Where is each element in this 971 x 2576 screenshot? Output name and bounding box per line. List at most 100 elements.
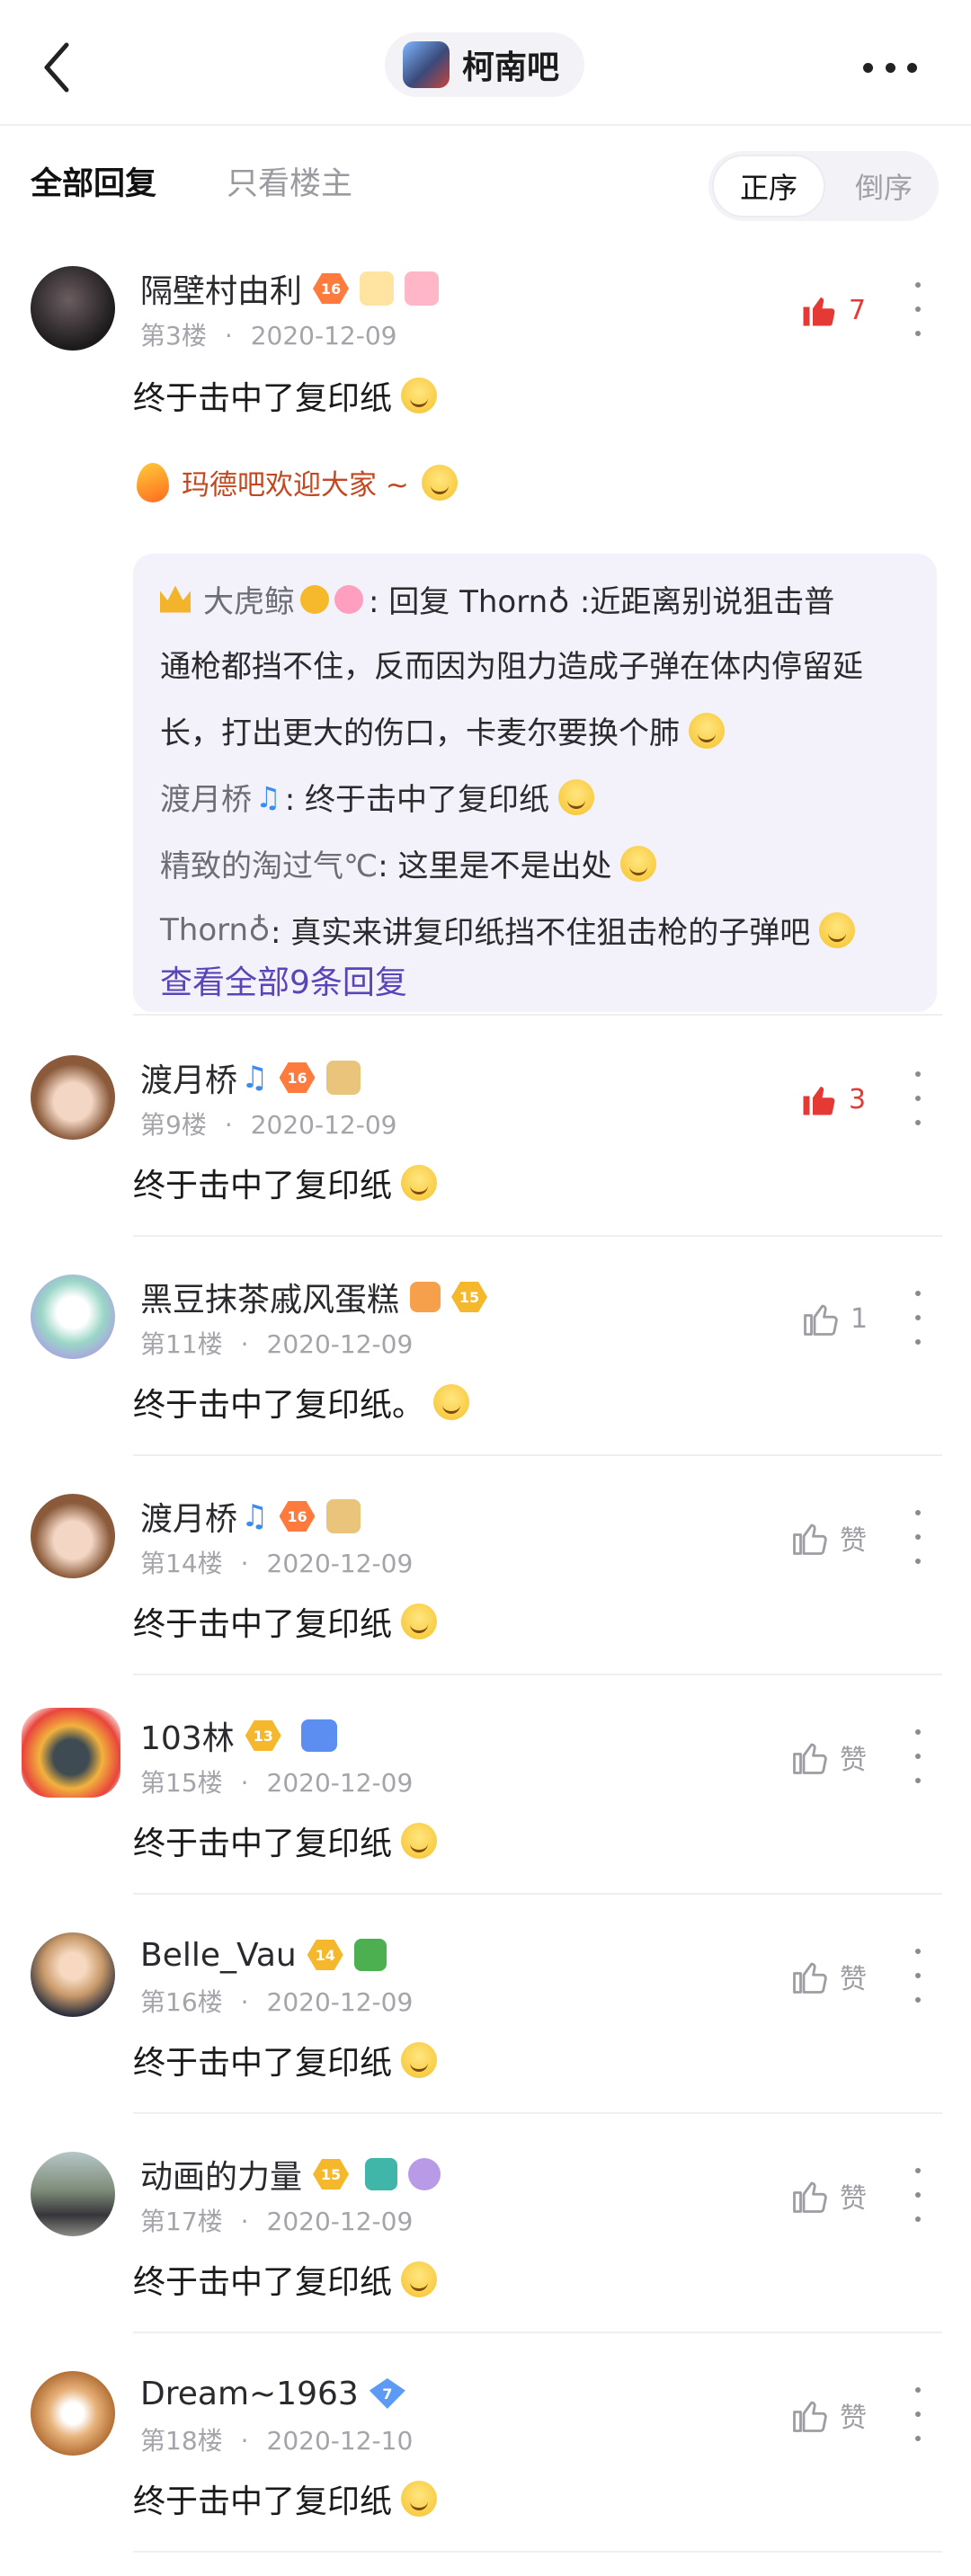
see-all-replies-link[interactable]: 查看全部9条回复 [160, 956, 407, 1003]
divider [133, 2112, 942, 2114]
smile-emoji-icon [557, 778, 594, 815]
username[interactable]: Belle_Vau 14 [140, 1932, 387, 1977]
music-note-icon: ♫ [241, 1060, 269, 1096]
username[interactable]: 渡月桥 ♫ 16 [140, 1055, 361, 1100]
smile-emoji-icon [421, 464, 458, 501]
crown-icon [160, 585, 191, 613]
sun-icon [300, 584, 329, 614]
sub-reply[interactable]: Thorn♁ : 真实来讲复印纸挡不住狙击枪的子弹吧 [160, 908, 856, 952]
comment-text: 终于击中了复印纸 [133, 2256, 438, 2303]
comment-text: 终于击中了复印纸 [133, 2037, 438, 2083]
sub-reply-cont: 长，打出更大的伤口，卡麦尔要换个肺 [160, 708, 725, 752]
thumb-up-icon [793, 1743, 827, 1774]
sub-reply[interactable]: 渡月桥 ♫ : 终于击中了复印纸 [160, 775, 594, 819]
level-badge: 15 [451, 1282, 488, 1312]
thumb-up-filled-icon [803, 1087, 835, 1115]
comment-text: 终于击中了复印纸 [133, 1159, 438, 1206]
avatar[interactable] [31, 1055, 115, 1140]
sub-reply[interactable]: 精致的淘过气℃ : 这里是不是出处 [160, 841, 657, 885]
post-meta: 第15楼 · 2020-12-09 [140, 1768, 414, 1798]
comment-item: 渡月桥 ♫ 16 第9楼 · 2020-12-09 3 终于击中了复印纸 [0, 1055, 971, 1235]
like-button[interactable]: 赞 [791, 1735, 867, 1780]
avatar[interactable] [31, 1494, 115, 1578]
sub-replies-box[interactable]: 大虎鲸 : 回复 Thorn♁ :近距离别说狙击普 通枪都挡不住，反而因为阻力造… [133, 554, 937, 1012]
music-note-icon: ♫ [255, 779, 281, 814]
username[interactable]: 动画的力量 15 [140, 2152, 441, 2197]
medal-icon [325, 1061, 361, 1095]
smile-emoji-icon [401, 1603, 438, 1639]
smile-emoji-icon [620, 845, 657, 882]
username[interactable]: 渡月桥 ♫ 16 [140, 1494, 361, 1539]
comment-item: 动画的力量 15 第17楼 · 2020-12-09 赞 终于击中了复印纸 [0, 2152, 971, 2332]
comment-item: 渡月桥 ♫ 16 第14楼 · 2020-12-09 赞 终于击中了复印纸 [0, 1494, 971, 1674]
thumb-up-icon [804, 1304, 838, 1336]
more-vertical-icon[interactable] [912, 1291, 924, 1345]
comment-text: 终于击中了复印纸 [133, 1817, 438, 1864]
more-vertical-icon[interactable] [912, 2168, 924, 2222]
username[interactable]: 黑豆抹茶戚风蛋糕 15 [140, 1275, 488, 1319]
forum-title-pill[interactable]: 柯南吧 [385, 32, 584, 97]
comment-text: 终于击中了复印纸 [133, 1598, 438, 1645]
smile-emoji-icon [401, 2042, 438, 2078]
post-meta: 第11楼 · 2020-12-09 [140, 1329, 414, 1359]
smile-emoji-icon [401, 378, 438, 413]
more-horizontal-icon[interactable] [863, 54, 917, 81]
more-vertical-icon[interactable] [912, 2387, 924, 2441]
smile-emoji-icon [401, 2261, 438, 2297]
divider [133, 1893, 942, 1895]
like-button[interactable]: 赞 [791, 1954, 867, 1999]
tab-all-replies[interactable]: 全部回复 [31, 158, 156, 204]
avatar[interactable] [31, 2371, 115, 2456]
username[interactable]: 103林 13 [140, 1713, 337, 1758]
more-vertical-icon[interactable] [912, 1949, 924, 2003]
username[interactable]: 隔壁村由利 16 [140, 266, 440, 311]
avatar[interactable] [22, 1708, 120, 1798]
level-badge: 15 [313, 2159, 350, 2190]
sub-reply[interactable]: 大虎鲸 : 回复 Thorn♁ :近距离别说狙击普 [160, 577, 834, 621]
libra-icon [300, 1719, 337, 1752]
comment-item: 黑豆抹茶戚风蛋糕 15 第11楼 · 2020-12-09 1 终于击中了复印纸。 [0, 1275, 971, 1454]
gemini-icon [365, 2158, 398, 2190]
pig-icon [405, 271, 440, 306]
avatar[interactable] [31, 2152, 115, 2236]
level-badge: 13 [245, 1720, 281, 1751]
chevron-left-icon[interactable] [36, 36, 81, 99]
like-count: 7 [849, 294, 867, 326]
tab-only-op[interactable]: 只看楼主 [227, 158, 352, 204]
user-signature: 玛德吧欢迎大家 ~ [137, 462, 458, 502]
sort-toggle: 正序 倒序 [708, 151, 939, 221]
smile-emoji-icon [401, 1823, 438, 1859]
comment-text: 终于击中了复印纸。 [133, 1379, 470, 1426]
avatar[interactable] [31, 1932, 115, 2017]
cake-icon [410, 1282, 441, 1312]
more-vertical-icon[interactable] [912, 282, 924, 336]
like-button[interactable]: 赞 [791, 2173, 867, 2218]
like-button[interactable]: 3 [800, 1077, 866, 1122]
reply-filter-bar: 全部回复 只看楼主 正序 倒序 [0, 126, 971, 243]
more-vertical-icon[interactable] [912, 1071, 924, 1125]
comment-item: Dream~1963 7 第18楼 · 2020-12-10 赞 终于击中了复印纸 [0, 2371, 971, 2569]
avatar[interactable] [31, 1275, 115, 1359]
more-vertical-icon[interactable] [912, 1510, 924, 1564]
sub-reply-cont: 通枪都挡不住，反而因为阻力造成子弹在体内停留延 [160, 649, 863, 685]
flame-icon [137, 462, 169, 502]
medal-icon [360, 271, 395, 306]
divider [133, 1235, 942, 1237]
divider [133, 1454, 942, 1456]
capricorn-icon [353, 1939, 387, 1971]
more-vertical-icon[interactable] [912, 1729, 924, 1783]
like-button[interactable]: 7 [800, 288, 866, 333]
smile-emoji-icon [433, 1384, 470, 1420]
post-meta: 第17楼 · 2020-12-09 [140, 2207, 414, 2236]
post-meta: 第14楼 · 2020-12-09 [140, 1549, 414, 1578]
like-button[interactable]: 赞 [791, 2393, 867, 2438]
moon-icon [408, 2158, 441, 2190]
sort-desc-button[interactable]: 倒序 [833, 155, 935, 218]
thumb-up-icon [793, 1962, 827, 1994]
sort-asc-button[interactable]: 正序 [712, 155, 825, 218]
like-button[interactable]: 赞 [791, 1515, 867, 1560]
thumb-up-icon [793, 2181, 827, 2213]
like-button[interactable]: 1 [802, 1296, 868, 1341]
avatar[interactable] [31, 266, 115, 351]
username[interactable]: Dream~1963 7 [140, 2371, 405, 2416]
